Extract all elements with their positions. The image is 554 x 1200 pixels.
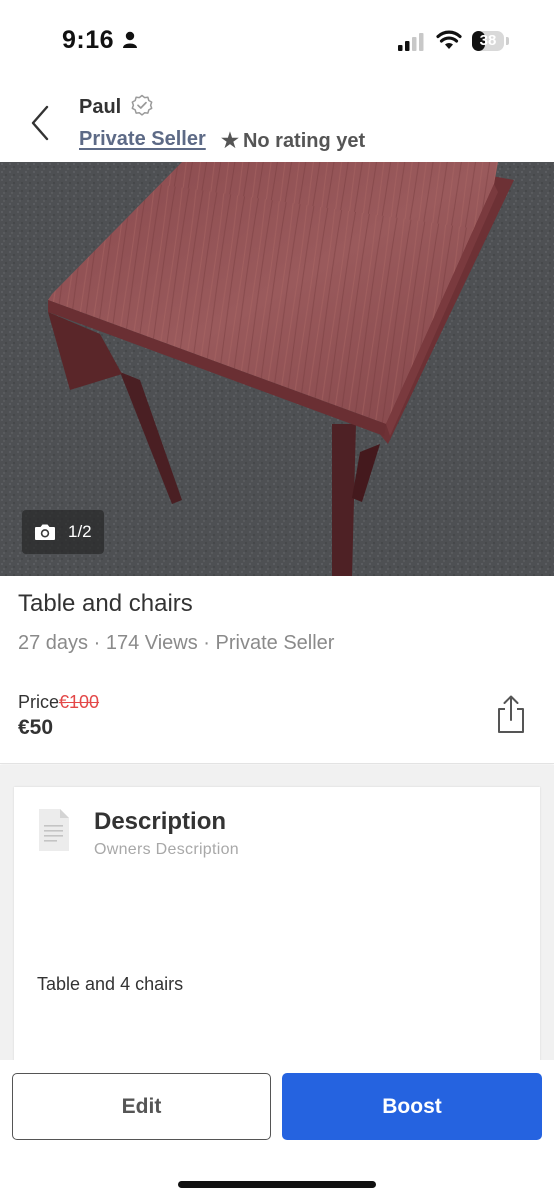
status-bar: 9:16 38 (0, 0, 554, 80)
photo-counter[interactable]: 1/2 (22, 510, 104, 554)
share-button[interactable] (494, 694, 528, 734)
description-text: Table and 4 chairs (37, 974, 184, 994)
camera-icon (35, 524, 55, 540)
price-label: Price€100 (18, 692, 99, 713)
seller-rating: ★ No rating yet (221, 128, 365, 153)
description-title: Description (94, 808, 227, 835)
description-card (14, 787, 540, 1067)
old-price: €100 (59, 692, 100, 712)
home-indicator[interactable] (178, 1181, 376, 1188)
edit-button[interactable]: Edit (12, 1073, 271, 1140)
signal-icon (398, 33, 424, 51)
wifi-icon (436, 30, 462, 49)
battery-level: 38 (479, 32, 497, 49)
seller-name[interactable]: Paul (79, 96, 121, 119)
current-price: €50 (18, 716, 54, 739)
description-subtitle: Owners Description (94, 841, 240, 858)
price-label-text: Price (18, 692, 60, 712)
verified-badge-icon (131, 94, 153, 116)
chevron-left-icon (31, 105, 49, 141)
battery-icon: 38 (472, 31, 504, 51)
document-icon (39, 809, 69, 851)
rating-text: No rating yet (242, 130, 366, 152)
person-icon (123, 31, 137, 48)
listing-title: Table and chairs (18, 590, 193, 617)
boost-button[interactable]: Boost (282, 1073, 542, 1140)
back-button[interactable] (22, 100, 58, 146)
star-icon: ★ (221, 130, 239, 152)
status-time: 9:16 (62, 26, 115, 54)
share-icon (498, 695, 524, 733)
photo-counter-text: 1/2 (68, 522, 92, 541)
listing-meta: 27 days · 174 Views · Private Seller (18, 632, 335, 654)
seller-type-link[interactable]: Private Seller (79, 128, 206, 151)
